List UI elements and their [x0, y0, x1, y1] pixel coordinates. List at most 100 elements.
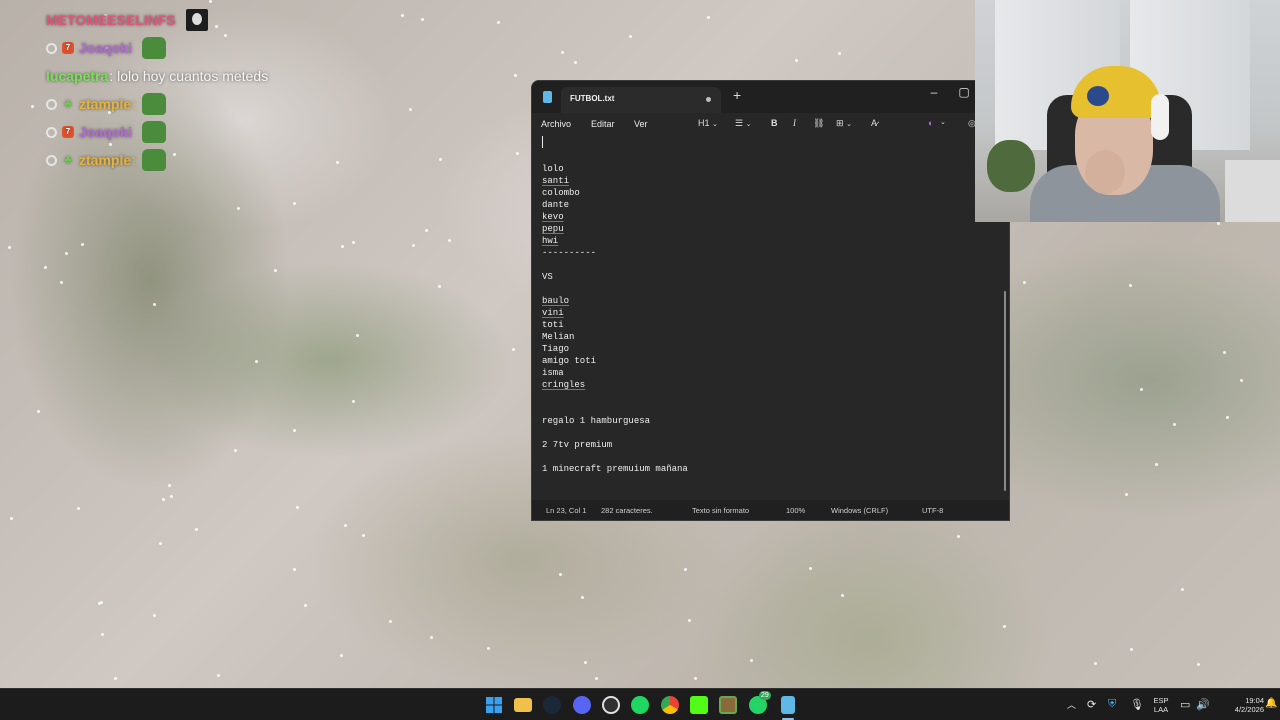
- snowflake: [255, 360, 258, 363]
- snowflake: [389, 620, 392, 623]
- text-line[interactable]: vini: [542, 307, 564, 319]
- unsaved-dot-icon[interactable]: [706, 97, 711, 102]
- chat-message: lucapetra : lolo hoy cuantos meteds: [46, 68, 269, 84]
- microphone-icon[interactable]: 🎙: [1130, 698, 1144, 711]
- menu-ver[interactable]: Ver: [634, 119, 648, 129]
- snowflake: [559, 573, 562, 576]
- text-line[interactable]: ----------: [542, 247, 596, 259]
- snowflake: [293, 429, 296, 432]
- snowflake: [1125, 493, 1128, 496]
- snowflake: [153, 303, 156, 306]
- snowflake: [1197, 663, 1200, 666]
- 7tv-badge-icon: 7: [62, 126, 74, 138]
- line-endings[interactable]: Windows (CRLF): [831, 506, 888, 515]
- menu-archivo[interactable]: Archivo: [541, 119, 571, 129]
- minecraft-icon[interactable]: [719, 696, 737, 714]
- text-line[interactable]: regalo 1 hamburguesa: [542, 415, 650, 427]
- text-line[interactable]: 2 7tv premium: [542, 439, 612, 451]
- volume-icon[interactable]: 🔊: [1196, 698, 1210, 711]
- text-line[interactable]: Melian: [542, 331, 574, 343]
- notification-bell-icon[interactable]: 🔔: [1265, 698, 1277, 709]
- text-line[interactable]: amigo toti: [542, 355, 596, 367]
- text-line[interactable]: pepu: [542, 223, 564, 235]
- obs-icon[interactable]: [602, 696, 620, 714]
- chat-username: METOMEESELINFS: [46, 12, 176, 28]
- snowflake: [957, 535, 960, 538]
- copilot-icon[interactable]: ◐: [928, 118, 933, 128]
- vertical-scrollbar[interactable]: [1004, 291, 1006, 491]
- maximize-button[interactable]: ▢: [950, 84, 978, 106]
- taskbar: 29 ︿ ⟳ ⛨ 🎙 ESP LAA ▭ 🔊 19:04 4/2/2026 🔔: [0, 688, 1280, 720]
- leaf-badge-icon: ♣: [64, 154, 72, 166]
- snowflake: [1181, 588, 1184, 591]
- text-line[interactable]: VS: [542, 271, 553, 283]
- clock[interactable]: 19:04 4/2/2026: [1214, 696, 1264, 714]
- snowflake: [77, 507, 80, 510]
- link-icon[interactable]: ⛓: [813, 118, 824, 129]
- pepe-emote-icon: [142, 93, 167, 115]
- encoding[interactable]: UTF-8: [922, 506, 943, 515]
- italic-button[interactable]: I: [793, 118, 796, 128]
- text-line[interactable]: baulo: [542, 295, 569, 307]
- snowflake: [98, 602, 101, 605]
- sync-icon[interactable]: ⟳: [1087, 698, 1096, 711]
- text-line[interactable]: colombo: [542, 187, 580, 199]
- text-line[interactable]: toti: [542, 319, 564, 331]
- title-bar[interactable]: FUTBOL.txt + – ▢: [532, 81, 1009, 113]
- spotify-icon[interactable]: [631, 696, 649, 714]
- zoom-level[interactable]: 100%: [786, 506, 805, 515]
- snowflake: [684, 568, 687, 571]
- snowflake: [425, 229, 428, 232]
- snowflake: [293, 202, 296, 205]
- snowflake: [448, 239, 451, 242]
- chat-message: 7 Joaqoki: [46, 118, 366, 146]
- snowflake: [195, 528, 198, 531]
- whatsapp-badge: 29: [759, 691, 771, 700]
- discord-icon[interactable]: [573, 696, 591, 714]
- windows-start-icon[interactable]: [485, 696, 503, 714]
- snowflake: [439, 158, 442, 161]
- list-button[interactable]: ☰ ⌄: [735, 118, 751, 129]
- network-icon[interactable]: ▭: [1180, 698, 1190, 711]
- menu-editar[interactable]: Editar: [591, 119, 615, 129]
- add-tab-button[interactable]: +: [733, 87, 741, 103]
- snowflake: [1129, 284, 1132, 287]
- tab-futbol[interactable]: FUTBOL.txt: [561, 87, 721, 113]
- text-line[interactable]: cringles: [542, 379, 585, 391]
- format-status[interactable]: Texto sin formato: [692, 506, 749, 515]
- snowflake: [438, 285, 441, 288]
- text-line[interactable]: kevo: [542, 211, 564, 223]
- snowflake: [1155, 463, 1158, 466]
- file-explorer-icon[interactable]: [514, 698, 532, 712]
- snowflake: [1240, 379, 1243, 382]
- text-line[interactable]: dante: [542, 199, 569, 211]
- snowflake: [750, 659, 753, 662]
- kick-icon[interactable]: [690, 696, 708, 714]
- shield-icon[interactable]: ⛨: [1108, 698, 1116, 711]
- bold-button[interactable]: B: [771, 118, 778, 128]
- chevron-down-icon: ⌄: [846, 121, 852, 128]
- chrome-icon[interactable]: [661, 696, 679, 714]
- text-line[interactable]: santi: [542, 175, 569, 187]
- snowflake: [1173, 423, 1176, 426]
- chat-username: lucapetra: [46, 68, 109, 84]
- notepad-icon: [543, 91, 552, 103]
- heading-button[interactable]: H1 ⌄: [698, 118, 718, 128]
- badge-icon: [46, 42, 57, 54]
- character-count: 282 caracteres.: [601, 506, 653, 515]
- chevron-up-icon[interactable]: ︿: [1067, 698, 1076, 711]
- text-line[interactable]: isma: [542, 367, 564, 379]
- text-line[interactable]: hwi: [542, 235, 558, 247]
- text-line[interactable]: 1 minecraft premuium mañana: [542, 463, 688, 475]
- notepad-icon[interactable]: [781, 696, 795, 714]
- clear-format-icon[interactable]: A̷: [871, 118, 877, 128]
- steam-icon[interactable]: [543, 696, 561, 714]
- language-indicator[interactable]: ESP LAA: [1150, 696, 1172, 714]
- chevron-down-icon[interactable]: ⌄: [940, 118, 946, 126]
- text-editor[interactable]: lolo santi colombo dante kevo pepu hwi --------…: [532, 136, 1002, 495]
- table-button[interactable]: ⊞ ⌄: [836, 118, 852, 129]
- notepad-window[interactable]: FUTBOL.txt + – ▢ Archivo Editar Ver H1 ⌄…: [531, 80, 1010, 521]
- text-line[interactable]: lolo: [542, 163, 564, 175]
- text-line[interactable]: Tiago: [542, 343, 569, 355]
- minimize-button[interactable]: –: [920, 84, 948, 106]
